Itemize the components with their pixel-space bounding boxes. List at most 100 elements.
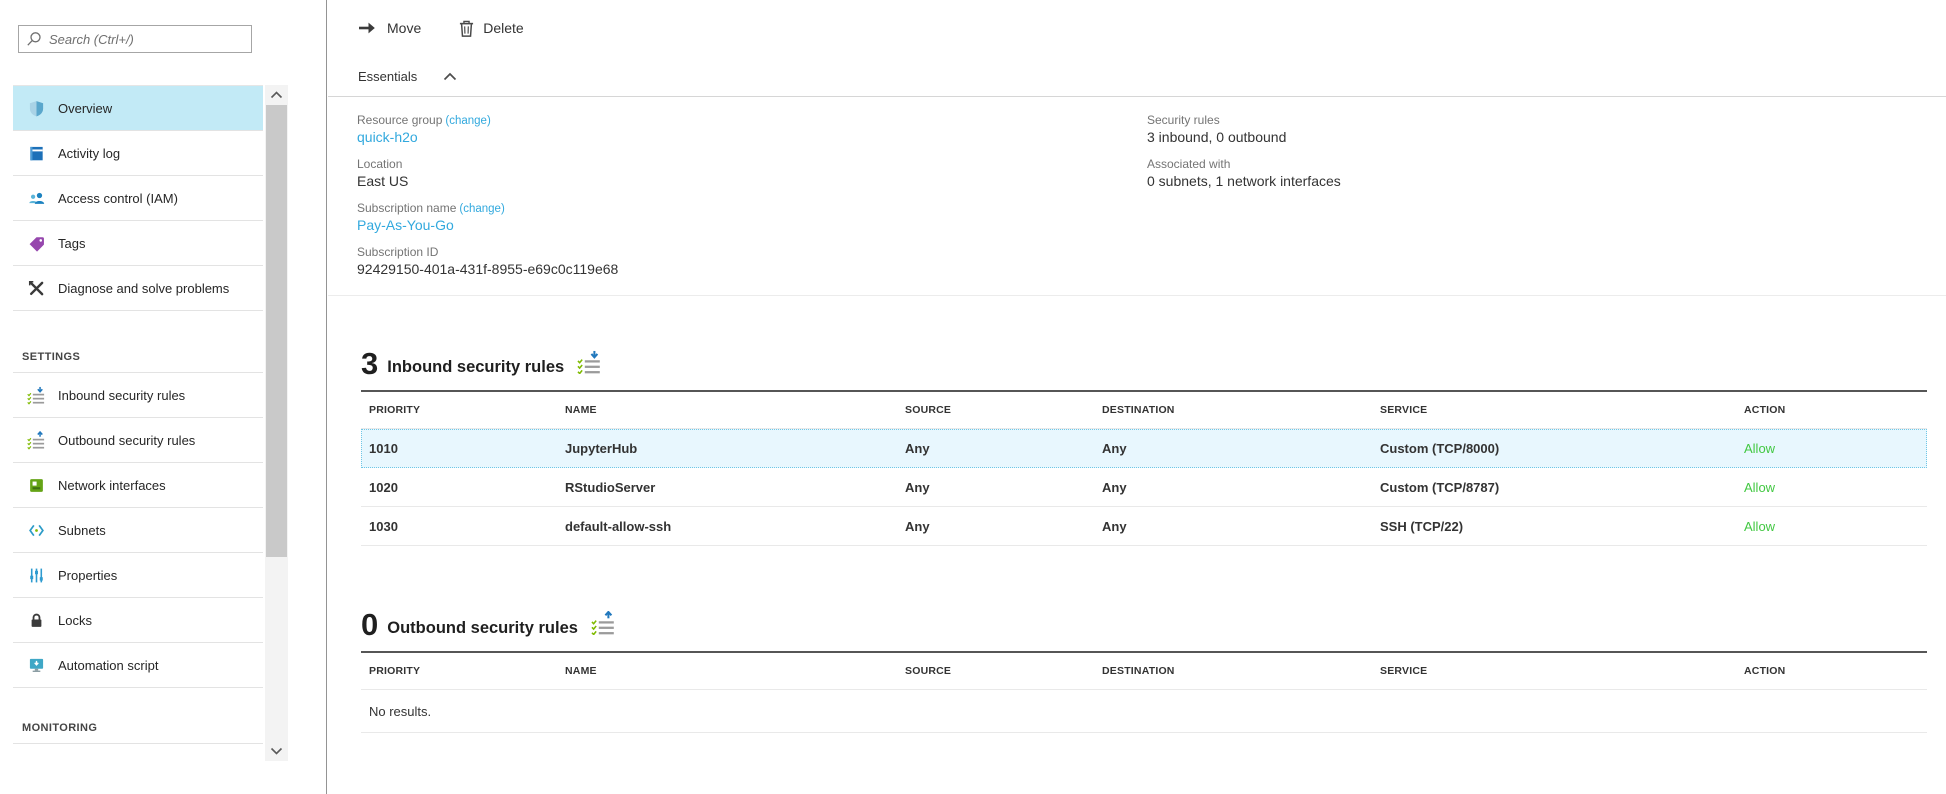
inbound-rules-section: 3 Inbound security rules PRIORITY NAME S… bbox=[361, 348, 1927, 546]
sidebar-scrollbar bbox=[265, 85, 288, 761]
essentials-right-column: Security rules 3 inbound, 0 outbound Ass… bbox=[1147, 113, 1341, 201]
sidebar-item-label: Outbound security rules bbox=[58, 433, 195, 448]
cell-destination: Any bbox=[1094, 519, 1372, 534]
cell-source: Any bbox=[897, 519, 1094, 534]
sliders-icon bbox=[27, 566, 45, 584]
associated-with-value: 0 subnets, 1 network interfaces bbox=[1147, 173, 1341, 189]
sidebar-item-tags[interactable]: Tags bbox=[13, 221, 263, 266]
move-button[interactable]: Move bbox=[358, 20, 421, 36]
outbound-count: 0 bbox=[361, 609, 378, 640]
tools-icon bbox=[27, 279, 45, 297]
sidebar-item-diagnose[interactable]: Diagnose and solve problems bbox=[13, 266, 263, 311]
sidebar-item-network-interfaces[interactable]: Network interfaces bbox=[13, 463, 263, 508]
cell-name: default-allow-ssh bbox=[557, 519, 897, 534]
sidebar-section-settings: SETTINGS bbox=[13, 311, 263, 373]
column-header-service: SERVICE bbox=[1372, 404, 1736, 416]
table-row-rstudioserver[interactable]: 1020 RStudioServer Any Any Custom (TCP/8… bbox=[361, 468, 1927, 507]
subscription-name-value[interactable]: Pay-As-You-Go bbox=[357, 217, 1946, 233]
sidebar-item-label: Subnets bbox=[58, 523, 106, 538]
sidebar-item-overview[interactable]: Overview bbox=[13, 86, 263, 131]
scroll-down-icon[interactable] bbox=[265, 742, 288, 760]
subscription-name-label: Subscription name bbox=[357, 201, 456, 215]
column-header-service: SERVICE bbox=[1372, 665, 1736, 677]
subscription-id-value: 92429150-401a-431f-8955-e69c0c119e68 bbox=[357, 261, 1946, 277]
cell-service: Custom (TCP/8787) bbox=[1372, 480, 1736, 495]
column-header-name: NAME bbox=[557, 665, 897, 677]
table-row-jupyterhub[interactable]: 1010 JupyterHub Any Any Custom (TCP/8000… bbox=[361, 429, 1927, 468]
cell-service: Custom (TCP/8000) bbox=[1372, 441, 1736, 456]
subscription-name-field: Subscription name(change) Pay-As-You-Go bbox=[357, 201, 1946, 233]
subscription-id-field: Subscription ID 92429150-401a-431f-8955-… bbox=[357, 245, 1946, 277]
subnets-icon bbox=[27, 521, 45, 539]
sidebar-item-label: Diagnose and solve problems bbox=[58, 281, 229, 296]
sidebar: Overview Activity log Access control (IA… bbox=[0, 0, 327, 794]
cell-action: Allow bbox=[1736, 441, 1927, 456]
sidebar-item-properties[interactable]: Properties bbox=[13, 553, 263, 598]
search-icon bbox=[26, 31, 42, 47]
delete-button-label: Delete bbox=[483, 20, 523, 36]
associated-with-label: Associated with bbox=[1147, 157, 1341, 171]
table-row-default-allow-ssh[interactable]: 1030 default-allow-ssh Any Any SSH (TCP/… bbox=[361, 507, 1927, 546]
inbound-section-title: 3 Inbound security rules bbox=[361, 348, 1927, 379]
column-header-name: NAME bbox=[557, 404, 897, 416]
sidebar-item-automation-script[interactable]: Automation script bbox=[13, 643, 263, 688]
outbound-rules-icon bbox=[27, 431, 45, 449]
sidebar-item-outbound-rules[interactable]: Outbound security rules bbox=[13, 418, 263, 463]
sidebar-section-monitoring: MONITORING bbox=[13, 688, 263, 744]
cell-destination: Any bbox=[1094, 441, 1372, 456]
sidebar-item-label: Inbound security rules bbox=[58, 388, 185, 403]
cell-source: Any bbox=[897, 441, 1094, 456]
sidebar-menu: Overview Activity log Access control (IA… bbox=[13, 85, 263, 744]
scrollbar-thumb[interactable] bbox=[266, 105, 287, 557]
sidebar-item-locks[interactable]: Locks bbox=[13, 598, 263, 643]
cell-priority: 1030 bbox=[361, 519, 557, 534]
search-input[interactable] bbox=[49, 32, 244, 47]
cell-action: Allow bbox=[1736, 480, 1927, 495]
column-header-source: SOURCE bbox=[897, 404, 1094, 416]
security-rules-label: Security rules bbox=[1147, 113, 1341, 127]
column-header-action: ACTION bbox=[1736, 404, 1927, 416]
resource-group-change-link[interactable]: (change) bbox=[445, 115, 490, 127]
people-icon bbox=[27, 189, 45, 207]
sidebar-item-subnets[interactable]: Subnets bbox=[13, 508, 263, 553]
trash-icon bbox=[459, 20, 474, 37]
subscription-change-link[interactable]: (change) bbox=[459, 203, 504, 215]
tag-icon bbox=[27, 234, 45, 252]
outbound-title: Outbound security rules bbox=[387, 619, 578, 640]
move-arrow-icon bbox=[358, 21, 378, 35]
sidebar-item-label: Properties bbox=[58, 568, 117, 583]
inbound-rules-icon bbox=[577, 350, 601, 379]
sidebar-item-label: Network interfaces bbox=[58, 478, 166, 493]
essentials-header: Essentials bbox=[328, 56, 1946, 97]
shield-icon bbox=[27, 99, 45, 117]
toolbar: Move Delete bbox=[328, 0, 1946, 56]
outbound-table-header: PRIORITY NAME SOURCE DESTINATION SERVICE… bbox=[361, 653, 1927, 690]
no-results-text: No results. bbox=[369, 704, 431, 719]
sidebar-item-access-control[interactable]: Access control (IAM) bbox=[13, 176, 263, 221]
move-button-label: Move bbox=[387, 20, 421, 36]
scroll-up-icon[interactable] bbox=[265, 86, 288, 104]
search-box bbox=[18, 25, 252, 53]
associated-with-field: Associated with 0 subnets, 1 network int… bbox=[1147, 157, 1341, 189]
cell-service: SSH (TCP/22) bbox=[1372, 519, 1736, 534]
column-header-source: SOURCE bbox=[897, 665, 1094, 677]
cell-priority: 1010 bbox=[361, 441, 557, 456]
sidebar-item-inbound-rules[interactable]: Inbound security rules bbox=[13, 373, 263, 418]
essentials-title: Essentials bbox=[358, 69, 417, 84]
sidebar-item-label: Activity log bbox=[58, 146, 120, 161]
delete-button[interactable]: Delete bbox=[459, 20, 523, 37]
automation-script-icon bbox=[27, 656, 45, 674]
essentials-panel: Resource group(change) quick-h2o Locatio… bbox=[328, 97, 1946, 296]
inbound-count: 3 bbox=[361, 348, 378, 379]
activity-log-icon bbox=[27, 144, 45, 162]
security-rules-value: 3 inbound, 0 outbound bbox=[1147, 129, 1341, 145]
sidebar-item-activity-log[interactable]: Activity log bbox=[13, 131, 263, 176]
subscription-id-label: Subscription ID bbox=[357, 245, 1946, 259]
outbound-rules-section: 0 Outbound security rules PRIORITY NAME … bbox=[361, 609, 1927, 733]
sidebar-item-label: Tags bbox=[58, 236, 85, 251]
cell-name: JupyterHub bbox=[557, 441, 897, 456]
inbound-rules-table: PRIORITY NAME SOURCE DESTINATION SERVICE… bbox=[361, 390, 1927, 546]
cell-source: Any bbox=[897, 480, 1094, 495]
collapse-chevron-icon[interactable] bbox=[443, 72, 457, 81]
inbound-table-header: PRIORITY NAME SOURCE DESTINATION SERVICE… bbox=[361, 392, 1927, 429]
